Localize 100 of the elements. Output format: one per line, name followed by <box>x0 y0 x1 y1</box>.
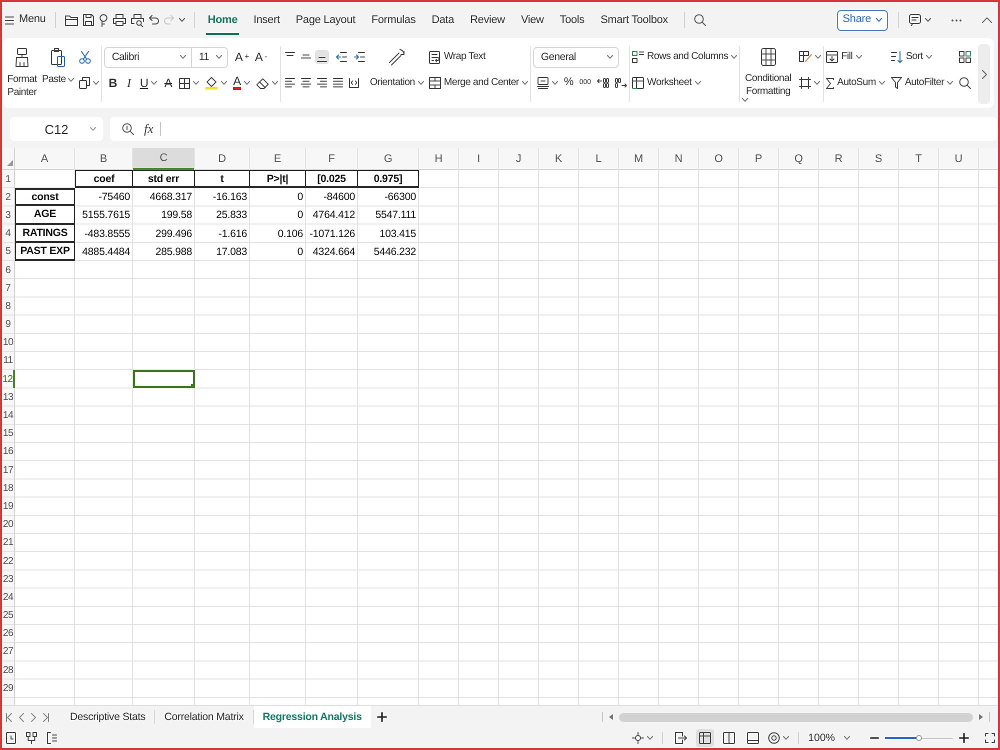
worksheet-button[interactable]: Worksheet <box>632 77 700 89</box>
column-header[interactable]: T <box>899 148 938 169</box>
sort-button[interactable]: Sort <box>890 51 932 63</box>
strikethrough-button[interactable]: A <box>163 76 174 90</box>
last-sheet-icon[interactable] <box>43 712 49 722</box>
zeros-right-arrow-icon[interactable] <box>615 78 628 88</box>
caret-icon[interactable] <box>552 81 558 85</box>
caret-icon[interactable] <box>221 81 228 85</box>
borders-button[interactable] <box>179 78 200 88</box>
ribbon-tab[interactable]: Home <box>206 4 240 36</box>
column-header[interactable]: N <box>659 148 698 169</box>
name-box[interactable]: C12 <box>10 117 103 141</box>
caret-icon[interactable] <box>193 81 200 85</box>
key-icon[interactable] <box>98 14 108 26</box>
minus-icon[interactable] <box>870 737 879 739</box>
scissors-icon[interactable] <box>78 50 91 64</box>
sidebar-icon[interactable] <box>47 732 57 744</box>
document-icon[interactable] <box>6 732 16 744</box>
column-header[interactable]: G <box>358 148 418 169</box>
down-arrow-box-icon[interactable] <box>826 51 838 63</box>
print-preview-icon[interactable] <box>130 14 144 26</box>
column-header[interactable]: S <box>859 148 898 169</box>
row-header[interactable]: 10 <box>2 334 14 352</box>
row-header[interactable]: 6 <box>2 260 14 280</box>
font-name-dropdown[interactable]: Calibri <box>104 46 192 68</box>
row-header[interactable]: 13 <box>2 388 14 406</box>
funnel-icon[interactable] <box>890 77 902 89</box>
row-header[interactable]: 27 <box>2 642 14 662</box>
save-icon[interactable] <box>82 14 94 26</box>
columns-icon[interactable] <box>723 732 736 744</box>
row-header[interactable]: 26 <box>2 624 14 643</box>
page-icon[interactable] <box>747 732 760 744</box>
row-header[interactable]: 23 <box>2 570 14 588</box>
row-header[interactable]: 5 <box>2 242 14 261</box>
caret-icon[interactable] <box>815 55 822 59</box>
grow-font-button[interactable]: A$^{+}$ <box>234 50 249 64</box>
font-size-dropdown[interactable]: 11 <box>192 46 228 68</box>
column-header[interactable]: I <box>459 148 498 169</box>
column-header[interactable]: J <box>499 148 538 169</box>
ribbon-tab[interactable]: Review <box>468 4 507 36</box>
column-header[interactable]: Q <box>779 148 818 169</box>
caret-icon[interactable] <box>876 18 882 22</box>
font-color-button[interactable]: A <box>233 76 250 90</box>
clear-button[interactable] <box>256 78 278 88</box>
share-button[interactable]: Share <box>836 10 888 30</box>
copy-icon[interactable] <box>78 77 90 89</box>
fill-button[interactable]: Fill <box>826 51 862 63</box>
borders-icon[interactable] <box>179 78 190 88</box>
wrap-text-icon[interactable] <box>428 50 441 64</box>
sort-icon[interactable] <box>890 51 903 63</box>
caret-icon[interactable] <box>418 81 424 85</box>
sheet-tab[interactable]: Regression Analysis <box>254 706 371 728</box>
caret-icon[interactable] <box>178 18 185 22</box>
row-header[interactable]: 21 <box>2 534 14 552</box>
crosshair-icon[interactable] <box>632 732 644 744</box>
caret-icon[interactable] <box>731 55 738 59</box>
column-header[interactable]: P <box>739 148 778 169</box>
previous-sheet-icon[interactable] <box>19 712 24 722</box>
paintbrush-icon[interactable] <box>15 48 29 67</box>
column-header[interactable]: D <box>195 148 249 169</box>
caret-icon[interactable] <box>926 55 932 59</box>
chevron-right-icon[interactable] <box>982 70 986 78</box>
caret-icon[interactable] <box>925 18 931 22</box>
row-header[interactable]: 3 <box>2 206 14 225</box>
caret-icon[interactable] <box>68 78 74 82</box>
caret-icon[interactable] <box>92 81 99 85</box>
selected-cell[interactable] <box>133 370 195 388</box>
search-icon[interactable] <box>694 14 706 26</box>
more-icon[interactable] <box>951 18 962 22</box>
number-format-dropdown[interactable]: General <box>532 46 619 68</box>
format-button[interactable] <box>799 77 820 89</box>
percent-button[interactable]: % <box>564 76 574 90</box>
underline-button[interactable]: U <box>140 76 158 90</box>
caret-icon[interactable] <box>844 736 850 740</box>
banknote-icon[interactable] <box>536 77 549 89</box>
orientation-icon[interactable] <box>388 48 406 66</box>
row-header[interactable]: 28 <box>2 661 14 680</box>
magnifier-icon[interactable] <box>122 123 134 135</box>
view-button[interactable] <box>696 729 714 747</box>
rows-columns-icon[interactable] <box>632 51 644 63</box>
column-header[interactable]: K <box>539 148 578 169</box>
sheet-tab[interactable]: Descriptive Stats <box>61 706 154 728</box>
left-arrow-zeros-icon[interactable] <box>597 78 610 88</box>
ribbon-tab[interactable]: Smart Toolbox <box>598 4 670 36</box>
merge-center-button[interactable]: Merge and Center <box>428 77 528 89</box>
autofilter-button[interactable]: AutoFilter <box>890 77 954 89</box>
comment-button[interactable] <box>909 14 931 26</box>
grid-icon[interactable] <box>699 732 712 744</box>
insert-function-button[interactable]: fx <box>144 121 154 137</box>
autosum-button[interactable]: AutoSum <box>826 77 885 89</box>
italic-button[interactable]: I <box>124 76 134 90</box>
paste-button[interactable]: Paste <box>42 44 74 104</box>
column-header[interactable]: H <box>419 148 458 169</box>
search-icon[interactable] <box>959 77 972 89</box>
row-header[interactable]: 22 <box>2 552 14 570</box>
sheet-icon[interactable] <box>632 77 644 89</box>
column-header[interactable]: M <box>619 148 658 169</box>
folder-icon[interactable] <box>64 14 78 26</box>
ribbon-tab[interactable]: Tools <box>558 4 586 36</box>
row-header[interactable]: 1 <box>2 170 14 188</box>
